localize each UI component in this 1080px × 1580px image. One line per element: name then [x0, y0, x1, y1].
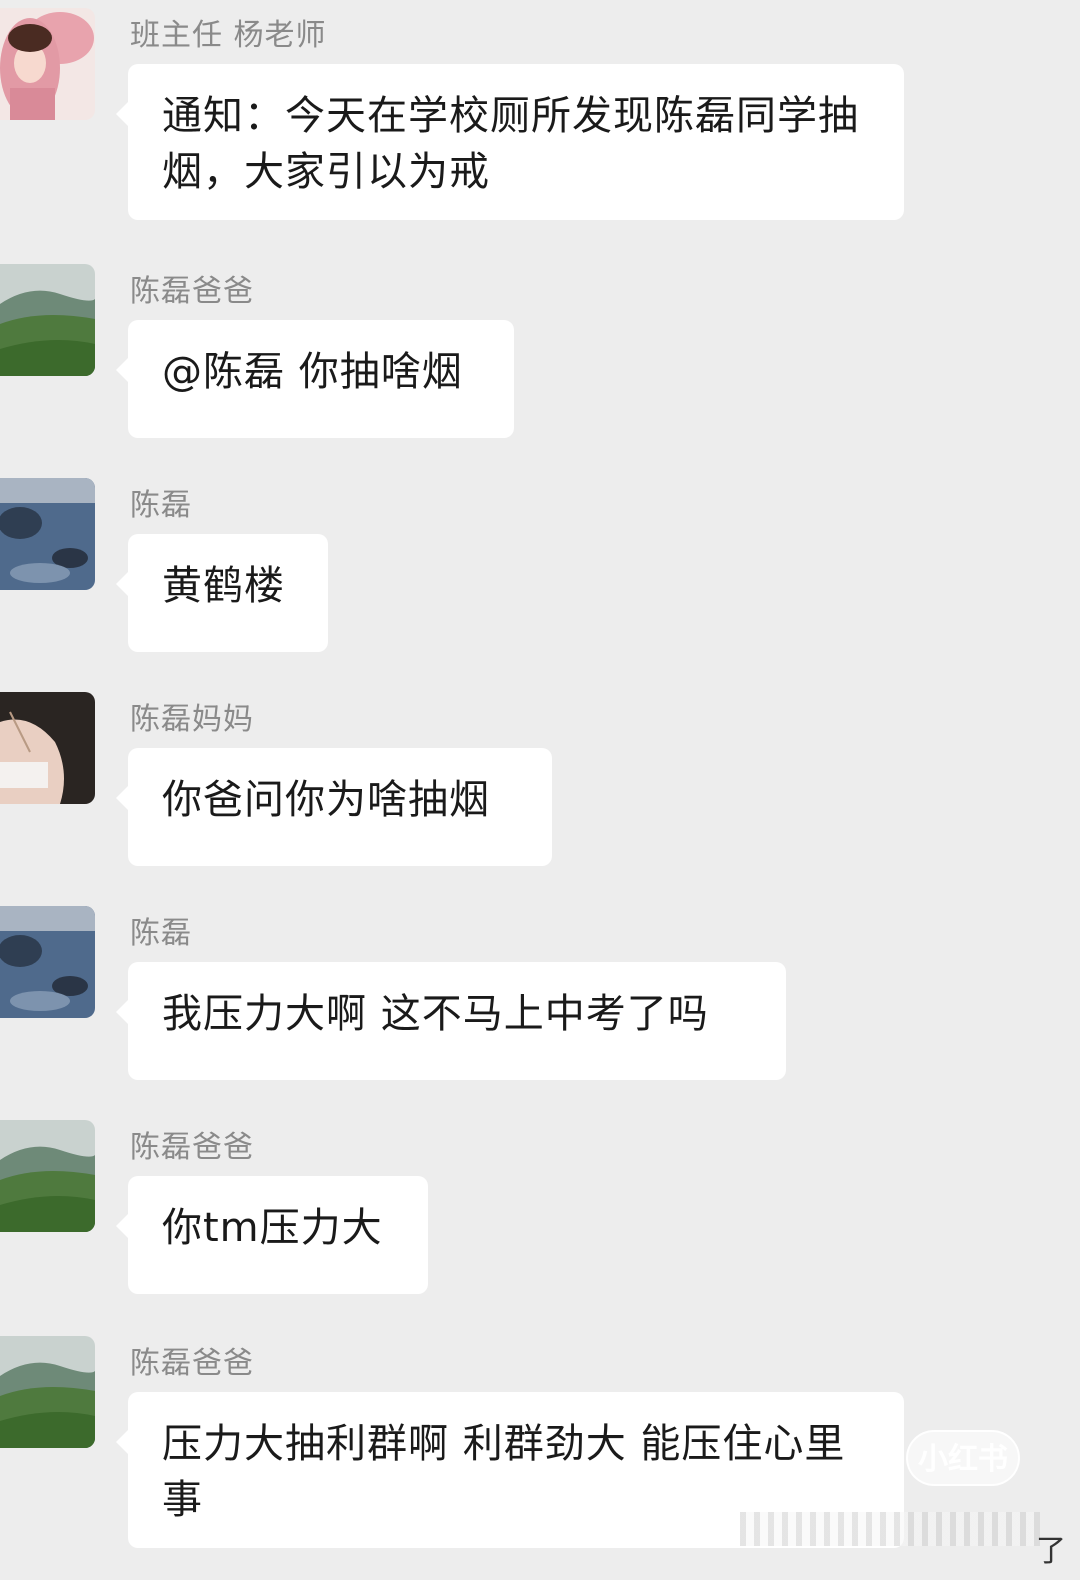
sender-name: 班主任 杨老师	[130, 18, 327, 53]
blue-rocks-avatar[interactable]	[0, 478, 95, 590]
message-text: 我压力大啊 这不马上中考了吗	[162, 991, 709, 1037]
xiaohongshu-watermark: 小红书	[906, 1430, 1020, 1486]
sender-name: 陈磊爸爸	[130, 1346, 254, 1381]
green-hills-avatar[interactable]	[0, 1120, 95, 1232]
message-bubble[interactable]: @陈磊 你抽啥烟	[116, 320, 514, 438]
sender-name: 陈磊妈妈	[130, 702, 254, 737]
message-text: 黄鹤楼	[162, 563, 285, 609]
message-bubble[interactable]: 你爸问你为啥抽烟	[116, 748, 552, 866]
message-bubble[interactable]: 我压力大啊 这不马上中考了吗	[116, 962, 786, 1080]
message-bubble[interactable]: 黄鹤楼	[116, 534, 328, 652]
message-text: 你爸问你为啥抽烟	[162, 777, 490, 823]
sender-name: 陈磊爸爸	[130, 1130, 254, 1165]
message-text: @陈磊 你抽啥烟	[162, 349, 463, 395]
girl-pink-hood-avatar[interactable]	[0, 8, 95, 120]
sender-name: 陈磊	[130, 916, 192, 951]
corner-text: 了	[1036, 1534, 1066, 1569]
message-text: 通知：今天在学校厕所发现陈磊同学抽烟，大家引以为戒	[162, 93, 859, 195]
green-hills-avatar[interactable]	[0, 1336, 95, 1448]
message-bubble[interactable]: 你tm压力大	[116, 1176, 428, 1294]
message-bubble[interactable]: 通知：今天在学校厕所发现陈磊同学抽烟，大家引以为戒	[116, 64, 904, 220]
green-hills-avatar[interactable]	[0, 264, 95, 376]
sender-name: 陈磊	[130, 488, 192, 523]
blue-rocks-avatar[interactable]	[0, 906, 95, 1018]
message-text: 压力大抽利群啊 利群劲大 能压住心里事	[162, 1421, 846, 1523]
sender-name: 陈磊爸爸	[130, 274, 254, 309]
woman-shoulder-avatar[interactable]	[0, 692, 95, 804]
chat-window: 班主任 杨老师 通知：今天在学校厕所发现陈磊同学抽烟，大家引以为戒 陈磊爸爸 @…	[0, 0, 1080, 1580]
message-text: 你tm压力大	[162, 1205, 383, 1251]
scanline-artifact	[740, 1512, 1040, 1546]
